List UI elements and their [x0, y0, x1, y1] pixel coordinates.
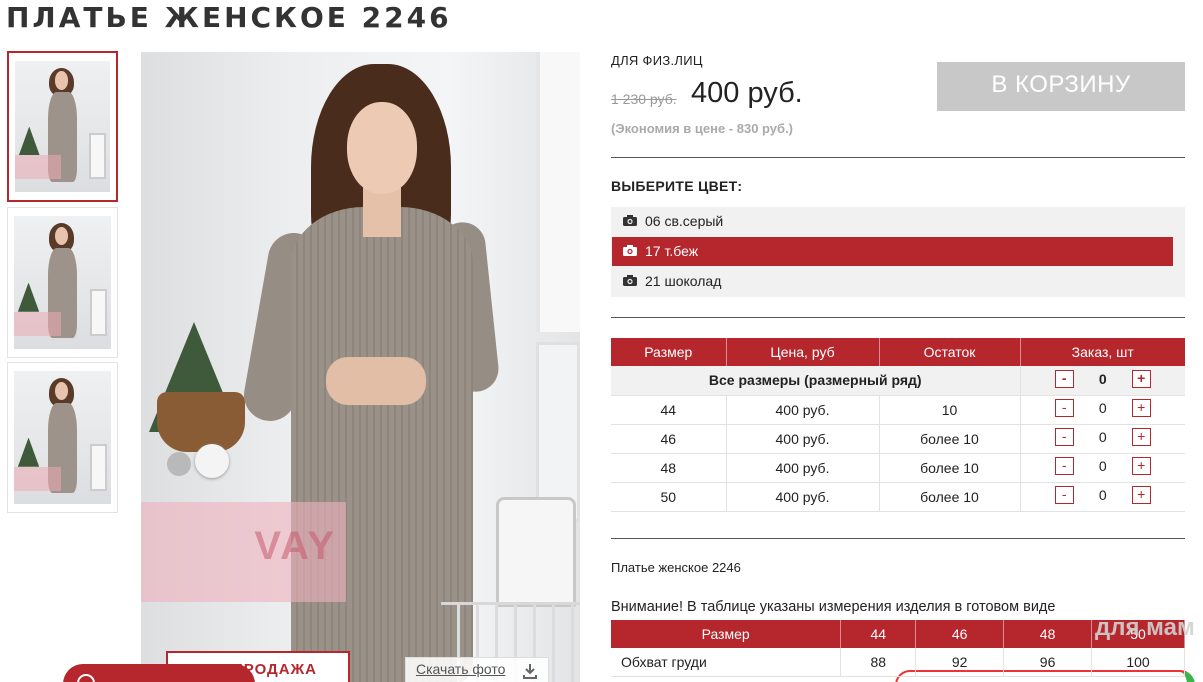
audience-label: ДЛЯ ФИЗ.ЛИЦ [611, 53, 703, 68]
site-watermark-logo: для мам [1095, 614, 1195, 641]
color-section-title: ВЫБЕРИТЕ ЦВЕТ: [611, 178, 743, 194]
column-header: Цена, руб [726, 338, 880, 366]
divider [611, 157, 1185, 158]
size-cell: 50 [611, 482, 727, 512]
camera-icon [623, 245, 637, 256]
current-price: 400 руб. [691, 77, 803, 109]
decrement-button[interactable]: - [1054, 399, 1074, 417]
gallery-thumbnail-1[interactable] [7, 51, 118, 202]
divider [611, 317, 1185, 318]
quantity-stepper: - 0 + [1020, 453, 1185, 483]
quantity-value[interactable]: 0 [1085, 371, 1121, 387]
column-header: 48 [1003, 620, 1093, 648]
thumbnail-photo [14, 216, 111, 349]
column-header: Размер [611, 620, 842, 648]
camera-icon [623, 275, 637, 286]
color-option-label: 17 т.беж [645, 243, 699, 259]
product-description: Платье женское 2246 [611, 560, 741, 575]
quantity-value[interactable]: 0 [1085, 458, 1121, 474]
quantity-stepper: - 0 + [1020, 395, 1185, 425]
column-header: Размер [611, 338, 727, 366]
increment-button[interactable]: + [1131, 369, 1151, 388]
quantity-value[interactable]: 0 [1085, 487, 1121, 503]
quantity-stepper: - 0 + [1020, 482, 1185, 512]
stock-cell: более 10 [879, 453, 1021, 483]
measurements-notice: Внимание! В таблице указаны измерения из… [611, 599, 1056, 615]
column-header: 44 [840, 620, 917, 648]
add-to-cart-button[interactable]: В КОРЗИНУ [937, 62, 1185, 111]
stock-cell: более 10 [879, 482, 1021, 512]
table-header-row: Размер Цена, руб Остаток Заказ, шт [611, 338, 1185, 366]
increment-button[interactable]: + [1131, 399, 1151, 417]
main-product-photo[interactable]: VAY [141, 52, 580, 682]
decrement-button[interactable]: - [1054, 486, 1074, 504]
measure-value: 96 [1003, 648, 1093, 677]
column-header: Остаток [879, 338, 1021, 366]
table-row: 50 400 руб. более 10 - 0 + [611, 482, 1185, 512]
price-cell: 400 руб. [726, 453, 880, 483]
column-header: Заказ, шт [1020, 338, 1185, 366]
measure-value: 88 [840, 648, 917, 677]
column-header: 46 [915, 620, 1005, 648]
price-cell: 400 руб. [726, 482, 880, 512]
quantity-stepper: - 0 + [1020, 366, 1185, 396]
increment-button[interactable]: + [1131, 457, 1151, 475]
gallery-thumbnail-2[interactable] [7, 207, 118, 358]
download-photo-link[interactable]: Скачать фото [405, 657, 549, 682]
all-sizes-label: Все размеры (размерный ряд) [611, 366, 1021, 396]
download-photo-label: Скачать фото [416, 661, 506, 677]
price-cell: 400 руб. [726, 424, 880, 454]
old-price: 1 230 руб. [611, 91, 677, 107]
stock-cell: 10 [879, 395, 1021, 425]
measure-value: 92 [915, 648, 1005, 677]
decrement-button[interactable]: - [1054, 457, 1074, 475]
download-icon [523, 664, 537, 679]
page-title: ПЛАТЬЕ ЖЕНСКОЕ 2246 [6, 1, 452, 34]
color-options-list: 06 св.серый 17 т.беж 21 шоколад [611, 207, 1185, 297]
color-option[interactable]: 06 св.серый [612, 207, 1173, 236]
quantity-value[interactable]: 0 [1085, 400, 1121, 416]
savings-text: (Экономия в цене - 830 руб.) [611, 121, 794, 136]
table-row: 48 400 руб. более 10 - 0 + [611, 453, 1185, 483]
thumbnail-photo [14, 371, 111, 504]
size-cell: 48 [611, 453, 727, 483]
quantity-value[interactable]: 0 [1085, 429, 1121, 445]
color-option-selected[interactable]: 17 т.беж [612, 237, 1173, 266]
table-row: Обхват груди 88 92 96 100 [611, 648, 1185, 677]
quantity-stepper: - 0 + [1020, 424, 1185, 454]
stock-cell: более 10 [879, 424, 1021, 454]
color-option-label: 06 св.серый [645, 213, 724, 229]
price-cell: 400 руб. [726, 395, 880, 425]
size-cell: 46 [611, 424, 727, 454]
camera-icon [623, 215, 637, 226]
thumbnail-photo [15, 61, 110, 192]
decrement-button[interactable]: - [1054, 428, 1074, 446]
measure-label: Обхват груди [611, 648, 842, 677]
size-cell: 44 [611, 395, 727, 425]
color-option-label: 21 шоколад [645, 273, 722, 289]
increment-button[interactable]: + [1131, 486, 1151, 504]
all-sizes-row: Все размеры (размерный ряд) - 0 + [611, 366, 1185, 396]
decrement-button[interactable]: - [1054, 369, 1074, 388]
size-order-table: Размер Цена, руб Остаток Заказ, шт Все р… [611, 338, 1185, 512]
photo-watermark: VAY [141, 502, 346, 602]
gallery-thumbnail-3[interactable] [7, 362, 118, 513]
color-option[interactable]: 21 шоколад [612, 267, 1173, 296]
chat-icon [77, 674, 95, 682]
measure-value: 100 [1091, 648, 1185, 677]
increment-button[interactable]: + [1131, 428, 1151, 446]
divider [611, 538, 1185, 539]
chat-widget-button[interactable] [63, 664, 255, 682]
table-row: 44 400 руб. 10 - 0 + [611, 395, 1185, 425]
table-row: 46 400 руб. более 10 - 0 + [611, 424, 1185, 454]
